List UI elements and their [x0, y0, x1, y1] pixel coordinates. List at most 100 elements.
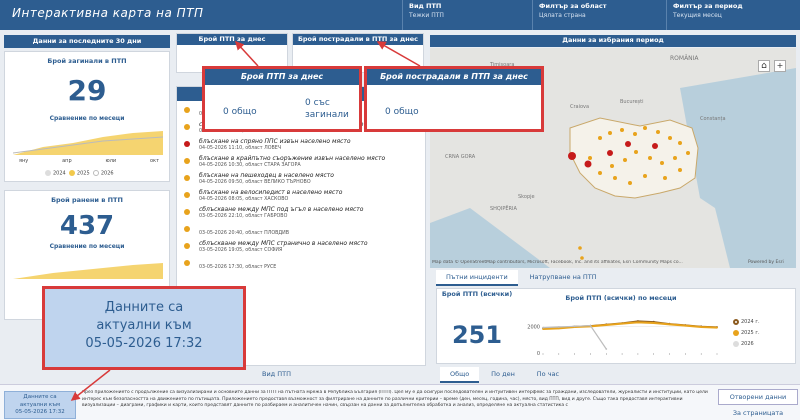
- about-page-link[interactable]: За страницата: [718, 407, 798, 420]
- filter-type-label: Вид ПТП: [409, 2, 442, 10]
- incident-type: блъскане на спряно ППС извън населено мя…: [199, 138, 351, 145]
- bottom-tabs: Общо По ден По час: [440, 367, 569, 383]
- tab-total[interactable]: Общо: [440, 367, 480, 383]
- killed-month-0: яну: [19, 158, 29, 164]
- map-tabs: Пътни инциденти Натрупване на ПТП: [436, 270, 796, 286]
- footer: Данните са актуални към 05-05-2026 17:32…: [0, 384, 800, 420]
- legend-text: 2026: [741, 341, 754, 347]
- incident-marker-icon: [184, 226, 190, 232]
- incident-marker-icon: [184, 141, 190, 147]
- tab-incidents[interactable]: Пътни инциденти: [436, 270, 518, 286]
- chart-point: [684, 324, 687, 327]
- home-icon[interactable]: ⌂: [758, 60, 770, 72]
- filter-region[interactable]: Филтър за област Цялата страна: [532, 0, 666, 30]
- chart-point: [573, 325, 576, 328]
- killed-compare-label: Сравнение по месеци: [49, 115, 125, 122]
- killed-value: 29: [67, 74, 107, 107]
- list-item[interactable]: блъскане в крайпътно съоръжение извън на…: [177, 154, 425, 170]
- map-dot: [678, 141, 682, 145]
- list-item[interactable]: 03-05-2026 20:40, област ПЛОВДИВ: [177, 222, 425, 238]
- filter-period[interactable]: Филтър за период Текущия месец: [666, 0, 800, 30]
- updated-small-line1: Данните са: [23, 394, 57, 400]
- callout-victims-title: Брой пострадали в ПТП за днес: [367, 69, 541, 85]
- incident-date: 03-05-2026 22:10, област ГАБРОВО: [199, 214, 288, 219]
- chart-point: [557, 326, 560, 328]
- callout-today-victims: Брой пострадали в ПТП за днес 0 общо: [364, 66, 544, 132]
- map-dot: [633, 132, 637, 136]
- monthly-line-chart: 2000 0: [527, 320, 718, 357]
- list-item[interactable]: блъскане на пешеходец в населено място 04…: [177, 171, 425, 187]
- list-item[interactable]: 03-05-2026 17:30, област РУСЕ: [177, 256, 425, 272]
- esri-credit[interactable]: Powered by Esri: [748, 260, 784, 265]
- today-victims-title: Брой пострадали в ПТП за днес: [293, 34, 423, 45]
- legend-dot-2026: [92, 170, 99, 176]
- bottom-legend-2026: 2026: [733, 339, 760, 350]
- callout-victims-total: 0 общо: [385, 107, 419, 117]
- callout-updated-line1: Данните са: [104, 300, 184, 315]
- map-dot: [620, 128, 624, 132]
- list-item[interactable]: сблъскване между МПС под ъгъл в населено…: [177, 205, 425, 221]
- chart-point: [605, 324, 608, 326]
- legend-dot: [733, 329, 739, 336]
- map-dot-killed: [625, 141, 631, 147]
- map-attribution: Map data © OpenStreetMap contributors, M…: [432, 260, 683, 265]
- chart-point: [716, 326, 718, 329]
- bottom-count-title: Брой ПТП (всички): [441, 290, 513, 298]
- callout-updated: Данните са актуални към 05-05-2026 17:32: [42, 286, 246, 370]
- incident-date: 04-05-2026 08:05, област ХАСКОВО: [199, 197, 289, 202]
- tab-by-day[interactable]: По ден: [481, 367, 525, 381]
- bottom-legend-2024: 2024 г.: [733, 317, 760, 328]
- legend-2026: 2026: [100, 170, 114, 177]
- filter-type-value: Тежки ПТП: [409, 12, 444, 19]
- today-count-title: Брой ПТП за днес: [177, 34, 287, 45]
- map-dot-killed: [607, 150, 613, 156]
- callout-count-title: Брой ПТП за днес: [205, 69, 359, 85]
- incident-date: 03-05-2026 20:40, област ПЛОВДИВ: [199, 231, 290, 236]
- incident-date: 04-05-2026 11:10, област ЛОВЕЧ: [199, 146, 282, 151]
- map-label-skopje: Skopje: [518, 194, 535, 200]
- chart-point: [621, 322, 623, 325]
- footer-description: Чрез приложението с продължение са визуа…: [82, 390, 708, 408]
- map-dot: [660, 161, 664, 165]
- legend-dot-2024: [45, 170, 51, 176]
- killed-month-2: юли: [105, 158, 117, 164]
- updated-small: Данните са актуални към 05-05-2026 17:32: [4, 391, 76, 419]
- chart-point: [652, 322, 655, 324]
- map-dot: [578, 246, 582, 250]
- map-dot: [678, 168, 682, 172]
- map-dot: [663, 176, 667, 180]
- callout-count-killed: 0 със загинали: [305, 98, 349, 120]
- map-dot: [656, 130, 660, 134]
- callout-updated-line2: актуални към: [96, 318, 192, 333]
- filter-region-value: Цялата страна: [539, 12, 586, 19]
- map-dot: [673, 156, 677, 160]
- filter-period-value: Текущия месец: [673, 12, 722, 19]
- filter-type[interactable]: Вид ПТП Тежки ПТП: [402, 0, 532, 30]
- map-label-bucuresti: București: [620, 99, 644, 105]
- chart-point: [605, 348, 608, 350]
- bottom-stats: Брой ПТП (всички) 251 Брой ПТП (всички) …: [436, 288, 796, 364]
- zoom-icon[interactable]: +: [774, 60, 786, 72]
- injured-value: 437: [59, 211, 115, 241]
- legend-text: 2025 г.: [741, 330, 760, 336]
- legend-text: 2024 г.: [741, 319, 760, 325]
- list-item[interactable]: блъскане на спряно ППС извън населено мя…: [177, 137, 425, 153]
- map-dot: [598, 171, 602, 175]
- list-item[interactable]: сблъскване между МПС странично в населен…: [177, 239, 425, 255]
- tab-accumulation[interactable]: Натрупване на ПТП: [520, 270, 607, 284]
- incident-marker-icon: [184, 175, 190, 181]
- chart-point: [542, 326, 544, 329]
- map-dot-killed: [568, 152, 576, 160]
- list-item[interactable]: блъскане на велосипедист в населено мяст…: [177, 188, 425, 204]
- map-dot: [608, 131, 612, 135]
- incident-marker-icon: [184, 192, 190, 198]
- map-dot: [588, 156, 592, 160]
- incident-marker-icon: [184, 209, 190, 215]
- incident-date: 04-05-2026 09:50, област ВЕЛИКО ТЪРНОВО: [199, 180, 311, 185]
- type-tab[interactable]: Вид ПТП: [262, 370, 291, 378]
- incident-date: 03-05-2026 19:05, област СОФИЯ: [199, 248, 283, 253]
- open-data-button[interactable]: Отворени данни: [718, 389, 798, 405]
- killed-month-1: апр: [62, 158, 72, 164]
- map-dot: [613, 176, 617, 180]
- tab-by-hour[interactable]: По час: [527, 367, 569, 381]
